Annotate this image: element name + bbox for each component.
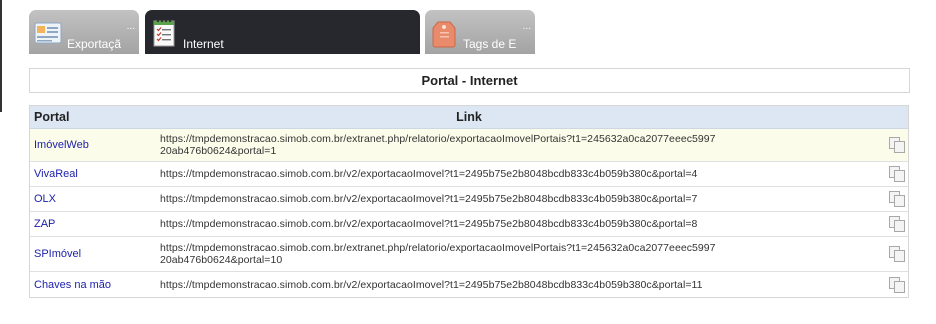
export-url: https://tmpdemonstracao.simob.com.br/ext… (160, 133, 716, 157)
tab-tags[interactable]: Tags de E ... (425, 10, 535, 54)
tab-label: Exportaçã (67, 37, 122, 51)
table-row: Chaves na mão https://tmpdemonstracao.si… (30, 272, 908, 297)
table-row: ZAP https://tmpdemonstracao.simob.com.br… (30, 212, 908, 237)
copy-icon[interactable] (888, 276, 906, 294)
portal-links-table: Portal Link ImóvelWeb https://tmpdemonst… (29, 105, 909, 298)
export-url: https://tmpdemonstracao.simob.com.br/v2/… (160, 218, 698, 230)
export-url: https://tmpdemonstracao.simob.com.br/ext… (160, 242, 716, 266)
portal-link[interactable]: ZAP (34, 218, 55, 230)
document-list-icon (34, 22, 62, 44)
tab-label: Internet (183, 37, 224, 51)
price-tag-icon (432, 21, 456, 48)
portal-link[interactable]: ImóvelWeb (34, 139, 89, 151)
panel-title: Portal - Internet (29, 68, 910, 93)
table-header: Portal Link (30, 106, 908, 129)
copy-icon[interactable] (888, 136, 906, 154)
table-row: OLX https://tmpdemonstracao.simob.com.br… (30, 187, 908, 212)
copy-icon[interactable] (888, 165, 906, 183)
export-url: https://tmpdemonstracao.simob.com.br/v2/… (160, 278, 703, 291)
tab-more-indicator: ... (126, 21, 135, 32)
column-header-link: Link (456, 110, 482, 124)
copy-icon[interactable] (888, 190, 906, 208)
tab-internet[interactable]: Internet (145, 10, 420, 54)
portal-link[interactable]: OLX (34, 193, 56, 205)
copy-icon[interactable] (888, 245, 906, 263)
export-url: https://tmpdemonstracao.simob.com.br/v2/… (160, 168, 698, 180)
tab-exportacao[interactable]: Exportaçã ... (29, 10, 139, 54)
tab-label: Tags de E (463, 37, 517, 51)
portal-link[interactable]: Chaves na mão (34, 279, 111, 291)
notepad-checklist-icon (153, 19, 175, 47)
export-url: https://tmpdemonstracao.simob.com.br/v2/… (160, 193, 698, 205)
portal-link[interactable]: SPImóvel (34, 248, 81, 260)
copy-icon[interactable] (888, 215, 906, 233)
table-row: VivaReal https://tmpdemonstracao.simob.c… (30, 162, 908, 187)
table-row: ImóvelWeb https://tmpdemonstracao.simob.… (30, 129, 908, 162)
portal-link[interactable]: VivaReal (34, 168, 78, 180)
window-edge (0, 0, 2, 112)
tab-more-indicator: ... (522, 21, 531, 32)
table-row: SPImóvel https://tmpdemonstracao.simob.c… (30, 237, 908, 272)
